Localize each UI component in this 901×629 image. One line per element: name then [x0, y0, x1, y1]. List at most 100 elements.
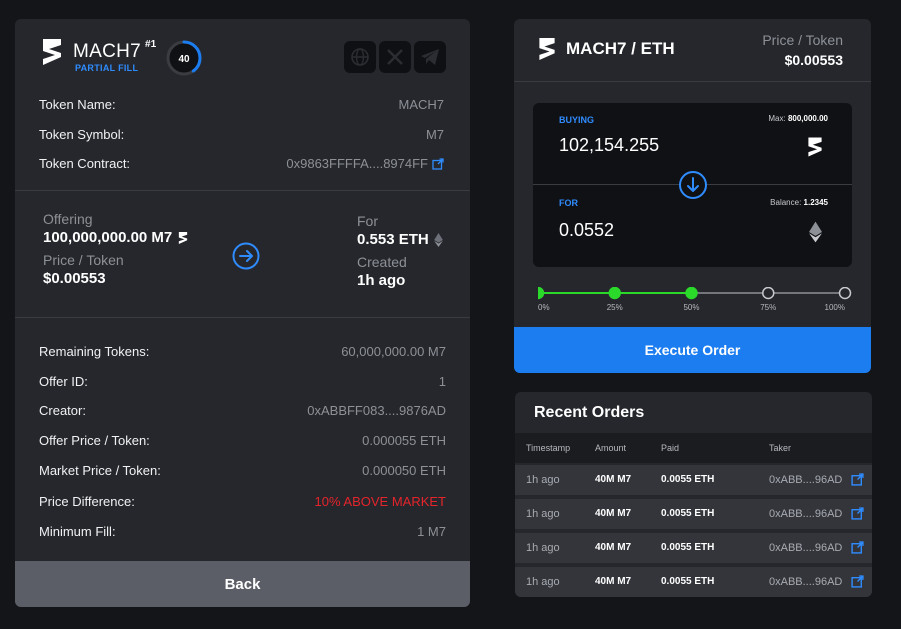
offer-summary: Offering 100,000,000.00 M7 Price / Token…	[15, 191, 470, 318]
external-link-icon[interactable]	[851, 541, 864, 554]
buying-amount-input[interactable]	[559, 135, 759, 156]
for-value: 0.553 ETH	[357, 231, 429, 248]
trade-header: MACH7 / ETH Price / Token $0.00553	[514, 19, 871, 82]
info-value: 1 M7	[417, 524, 446, 539]
offering-value-wrap: 100,000,000.00 M7	[43, 229, 189, 246]
website-link[interactable]	[344, 41, 376, 73]
back-button[interactable]: Back	[15, 561, 470, 607]
col-amount: Amount	[595, 443, 627, 453]
slider-step-dot	[608, 287, 621, 300]
col-paid: Paid	[661, 443, 680, 453]
cell-timestamp: 1h ago	[526, 508, 560, 520]
offer-info-list: Remaining Tokens: 60,000,000.00 M7 Offer…	[15, 318, 470, 560]
price-per-token-value: $0.00553	[784, 52, 843, 68]
created-value: 1h ago	[357, 272, 406, 289]
detail-key: Token Name:	[39, 97, 116, 112]
eth-icon	[433, 232, 443, 247]
price-difference-value: 10% ABOVE MARKET	[314, 494, 447, 509]
table-row: 1h ago 40M M7 0.0055 ETH 0xABB....96AD	[515, 465, 872, 495]
info-key: Market Price / Token:	[39, 463, 161, 478]
fill-percentage-slider[interactable]: 0% 25% 50% 75% 100%	[538, 287, 853, 317]
slider-step-label: 25%	[607, 303, 623, 312]
execute-order-button[interactable]: Execute Order	[514, 327, 871, 373]
mach7-logo-icon	[539, 38, 555, 60]
trade-card: MACH7 / ETH Price / Token $0.00553 BUYIN…	[514, 19, 871, 373]
recent-orders-title: Recent Orders	[534, 404, 645, 421]
info-value: 0.000055 ETH	[362, 433, 446, 448]
detail-key: Token Symbol:	[39, 127, 125, 142]
external-link-icon[interactable]	[851, 575, 864, 588]
max-amount[interactable]: Max: 800,000.00	[768, 114, 828, 123]
cell-taker: 0xABB....96AD	[769, 542, 843, 554]
slider-step-dot	[685, 287, 698, 300]
cell-paid: 0.0055 ETH	[661, 474, 715, 485]
external-link-icon[interactable]	[851, 507, 864, 520]
info-key: Creator:	[39, 403, 86, 418]
x-link[interactable]	[379, 41, 411, 73]
for-label: For	[357, 213, 378, 229]
external-link-icon[interactable]	[851, 473, 864, 486]
telegram-link[interactable]	[414, 41, 446, 73]
info-value: 0.000050 ETH	[362, 463, 446, 478]
cell-paid: 0.0055 ETH	[661, 576, 715, 587]
buying-label: BUYING	[559, 115, 595, 125]
offering-column: Offering 100,000,000.00 M7 Price / Token…	[43, 211, 189, 287]
x-icon	[387, 49, 403, 65]
info-row-remaining: Remaining Tokens: 60,000,000.00 M7	[39, 344, 446, 359]
globe-icon	[351, 48, 369, 66]
offering-label: Offering	[43, 211, 93, 227]
info-key: Minimum Fill:	[39, 524, 116, 539]
recent-orders-card: Recent Orders Timestamp Amount Paid Take…	[515, 392, 872, 597]
slider-step-dot	[538, 287, 545, 300]
external-link-icon	[432, 157, 444, 170]
balance-label: Balance:	[770, 198, 802, 207]
contract-address: 0x9863FFFFA....8974FF	[286, 156, 428, 171]
offering-value: 100,000,000.00 M7	[43, 229, 173, 246]
cell-amount: 40M M7	[595, 508, 632, 519]
slider-step-dot	[762, 287, 775, 300]
cell-paid: 0.0055 ETH	[661, 542, 715, 553]
balance-value: 1.2345	[803, 198, 828, 207]
info-row-creator: Creator: 0xABBFF083....9876AD	[39, 403, 446, 418]
col-timestamp: Timestamp	[526, 443, 571, 453]
swap-direction-button[interactable]	[678, 170, 708, 200]
for-value-wrap: 0.553 ETH	[357, 231, 443, 248]
mach7-logo-icon	[43, 39, 61, 65]
info-key: Remaining Tokens:	[39, 344, 150, 359]
slider-step-label: 100%	[825, 303, 845, 312]
eth-icon	[809, 221, 822, 243]
table-row: 1h ago 40M M7 0.0055 ETH 0xABB....96AD	[515, 499, 872, 529]
detail-key: Token Contract:	[39, 156, 131, 171]
price-label: Price / Token	[43, 252, 124, 268]
detail-row-token-symbol: Token Symbol: M7	[39, 127, 444, 142]
token-brand-name: MACH7	[73, 41, 142, 62]
pair-label: MACH7 / ETH	[566, 39, 675, 58]
cell-amount: 40M M7	[595, 576, 632, 587]
cell-amount: 40M M7	[595, 474, 632, 485]
contract-link[interactable]: 0x9863FFFFA....8974FF	[286, 156, 444, 171]
slider-step-label: 0%	[538, 303, 550, 312]
orders-table-header: Timestamp Amount Paid Taker	[515, 433, 872, 463]
detail-row-token-contract: Token Contract: 0x9863FFFFA....8974FF	[39, 156, 444, 171]
col-taker: Taker	[769, 443, 792, 453]
fill-progress-ring: 40	[166, 40, 202, 76]
info-row-minimum-fill: Minimum Fill: 1 M7	[39, 524, 446, 539]
for-column: For 0.553 ETH Created 1h ago	[357, 213, 443, 289]
for-amount-input[interactable]	[559, 220, 759, 241]
max-label: Max:	[768, 114, 786, 123]
cell-paid: 0.0055 ETH	[661, 508, 715, 519]
table-row: 1h ago 40M M7 0.0055 ETH 0xABB....96AD	[515, 533, 872, 563]
detail-row-token-name: Token Name: MACH7	[39, 97, 444, 112]
arrow-right-icon	[232, 242, 260, 270]
cell-taker: 0xABB....96AD	[769, 508, 843, 520]
info-value: 1	[438, 374, 446, 389]
social-links	[344, 41, 446, 73]
price-per-token-label: Price / Token	[762, 32, 843, 48]
info-key: Price Difference:	[39, 494, 135, 509]
cell-amount: 40M M7	[595, 542, 632, 553]
cell-timestamp: 1h ago	[526, 576, 560, 588]
cell-timestamp: 1h ago	[526, 542, 560, 554]
token-header: MACH7 #1 PARTIAL FILL 40 Token Name: MAC…	[15, 19, 470, 191]
slider-step-label: 75%	[760, 303, 776, 312]
info-row-offer-price: Offer Price / Token: 0.000055 ETH	[39, 433, 446, 448]
